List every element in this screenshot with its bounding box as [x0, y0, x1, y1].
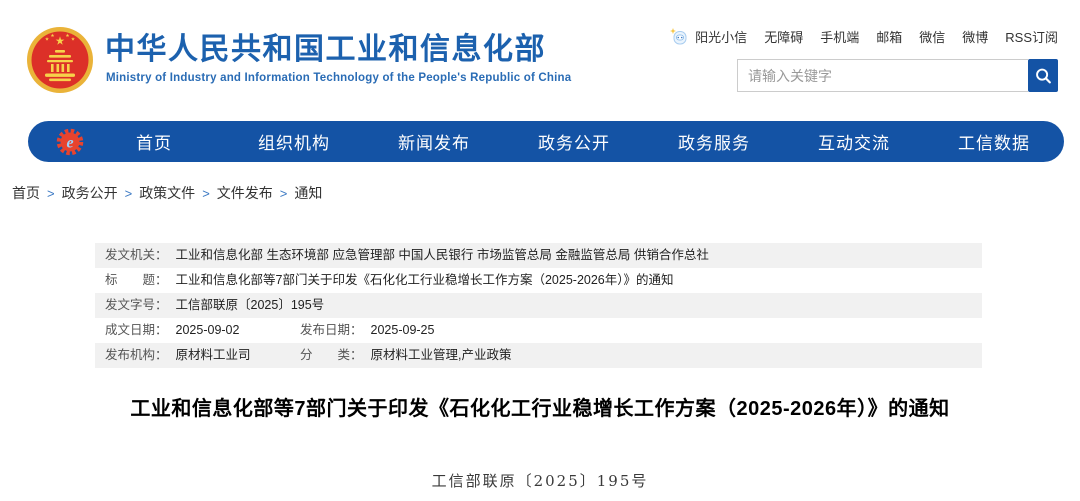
meta-cell-category: 分 类： 原材料工业管理,产业政策 — [300, 343, 512, 368]
mascot-icon — [670, 28, 687, 45]
meta-row-title: 标 题： 工业和信息化部等7部门关于印发《石化化工行业稳增长工作方案（2025-… — [95, 268, 982, 293]
meta-row-doc-number: 发文字号： 工信部联原〔2025〕195号 — [95, 293, 982, 318]
breadcrumb-separator: > — [279, 185, 288, 201]
breadcrumb-doc-release[interactable]: 文件发布 — [217, 183, 273, 203]
meta-cell-written-date: 成文日期： 2025-09-02 — [105, 318, 300, 343]
nav-item-organization[interactable]: 组织机构 — [224, 129, 364, 154]
doc-meta-table: 发文机关： 工业和信息化部 生态环境部 应急管理部 中国人民银行 市场监管总局 … — [95, 243, 982, 368]
nav-item-gov-affairs[interactable]: 政务公开 — [504, 129, 644, 154]
article-title: 工业和信息化部等7部门关于印发《石化化工行业稳增长工作方案（2025-2026年… — [130, 398, 950, 420]
meta-value: 工业和信息化部等7部门关于印发《石化化工行业稳增长工作方案（2025-2026年… — [175, 273, 674, 287]
breadcrumb: 首页 > 政务公开 > 政策文件 > 文件发布 > 通知 — [12, 183, 322, 203]
meta-row-org-category: 发布机构： 原材料工业司 分 类： 原材料工业管理,产业政策 — [95, 343, 982, 368]
header-link-accessibility[interactable]: 无障碍 — [764, 27, 803, 46]
breadcrumb-separator: > — [47, 185, 55, 201]
breadcrumb-gov-affairs[interactable]: 政务公开 — [62, 183, 118, 203]
breadcrumb-separator: > — [202, 185, 210, 201]
meta-value: 工信部联原〔2025〕195号 — [175, 298, 325, 312]
nav-item-interaction[interactable]: 互动交流 — [784, 129, 924, 154]
national-emblem-icon — [27, 27, 93, 93]
search-bar — [737, 59, 1058, 92]
meta-label: 发文字号： — [105, 298, 168, 312]
page: 中华人民共和国工业和信息化部 Ministry of Industry and … — [0, 0, 1080, 501]
breadcrumb-separator: > — [124, 185, 133, 201]
header-link-weibo[interactable]: 微博 — [962, 27, 988, 46]
meta-label: 标 题： — [105, 273, 168, 287]
nav-item-gov-services[interactable]: 政务服务 — [644, 129, 784, 154]
meta-label: 发布日期： — [300, 323, 363, 337]
site-title: 中华人民共和国工业和信息化部 — [105, 33, 546, 66]
site-title-block: 中华人民共和国工业和信息化部 Ministry of Industry and … — [105, 33, 571, 84]
main-nav: e 首页 组织机构 新闻发布 政务公开 政务服务 互动交流 工信数据 — [28, 121, 1064, 162]
search-input[interactable] — [737, 59, 1028, 92]
meta-value: 2025-09-25 — [370, 323, 435, 337]
breadcrumb-notice[interactable]: 通知 — [294, 183, 322, 203]
search-icon — [1036, 68, 1051, 84]
breadcrumb-policy-docs[interactable]: 政策文件 — [139, 183, 195, 203]
header-links: 阳光小信 无障碍 手机端 邮箱 微信 微博 RSS订阅 — [670, 27, 1058, 46]
meta-value: 2025-09-02 — [175, 323, 240, 337]
svg-text:e: e — [66, 134, 73, 151]
meta-cell-publish-org: 发布机构： 原材料工业司 — [105, 343, 300, 368]
header-link-mobile[interactable]: 手机端 — [820, 27, 859, 46]
meta-label: 分 类： — [300, 348, 363, 362]
doc-number: 工信部联原〔2025〕195号 — [431, 472, 649, 490]
miit-logo-icon[interactable]: e — [56, 128, 84, 156]
search-button[interactable] — [1028, 59, 1058, 92]
header-link-sunshine[interactable]: 阳光小信 — [695, 27, 747, 46]
breadcrumb-home[interactable]: 首页 — [12, 183, 40, 203]
meta-row-issuing-org: 发文机关： 工业和信息化部 生态环境部 应急管理部 中国人民银行 市场监管总局 … — [95, 243, 982, 268]
nav-item-news[interactable]: 新闻发布 — [364, 129, 504, 154]
header-link-wechat[interactable]: 微信 — [919, 27, 945, 46]
meta-value: 原材料工业司 — [175, 348, 251, 362]
meta-cell-publish-date: 发布日期： 2025-09-25 — [300, 318, 434, 343]
meta-label: 发文机关： — [105, 248, 168, 262]
meta-label: 成文日期： — [105, 323, 168, 337]
meta-label: 发布机构： — [105, 348, 168, 362]
meta-value: 原材料工业管理,产业政策 — [370, 348, 512, 362]
meta-row-dates: 成文日期： 2025-09-02 发布日期： 2025-09-25 — [95, 318, 982, 343]
nav-item-data[interactable]: 工信数据 — [924, 129, 1064, 154]
site-subtitle: Ministry of Industry and Information Tec… — [106, 71, 572, 84]
nav-item-home[interactable]: 首页 — [84, 129, 224, 154]
header-link-rss[interactable]: RSS订阅 — [1005, 27, 1058, 46]
meta-value: 工业和信息化部 生态环境部 应急管理部 中国人民银行 市场监管总局 金融监管总局… — [175, 248, 709, 262]
header-link-mail[interactable]: 邮箱 — [876, 27, 902, 46]
